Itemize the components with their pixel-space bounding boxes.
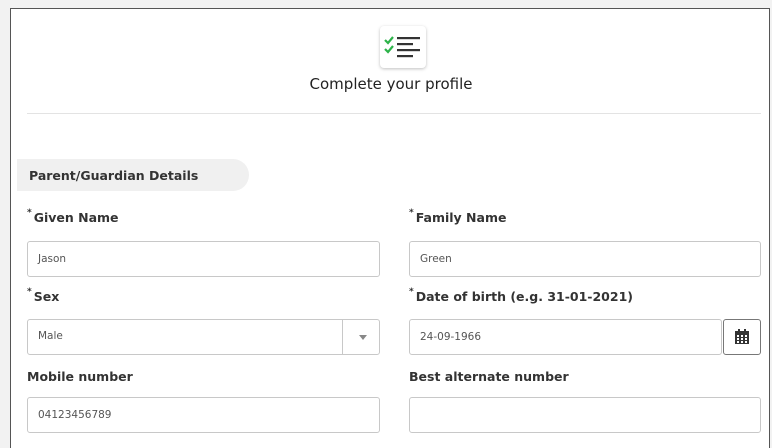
dob-value: 24-09-1966	[420, 331, 482, 343]
family-name-value: Green	[420, 253, 452, 265]
required-mark: *	[409, 208, 414, 218]
section-header: Parent/Guardian Details	[17, 159, 249, 191]
profile-card: Complete your profile Parent/Guardian De…	[10, 8, 770, 448]
sex-label: * Sex	[27, 287, 60, 304]
dob-label: * Date of birth (e.g. 31-01-2021)	[409, 287, 633, 304]
sex-value: Male	[38, 330, 63, 342]
required-mark: *	[27, 208, 32, 218]
required-mark: *	[409, 287, 414, 297]
page-title: Complete your profile	[309, 75, 473, 93]
family-name-input[interactable]: Green	[409, 241, 761, 277]
given-name-value: Jason	[38, 253, 67, 265]
calendar-icon	[735, 329, 749, 344]
given-name-input[interactable]: Jason	[27, 241, 380, 277]
chevron-down-icon[interactable]	[359, 335, 367, 340]
alternate-label: Best alternate number	[409, 369, 569, 384]
checklist-icon	[380, 26, 426, 68]
family-name-label: * Family Name	[409, 208, 507, 225]
mobile-label: Mobile number	[27, 369, 133, 384]
dob-input[interactable]: 24-09-1966	[409, 319, 722, 355]
mobile-input[interactable]: 04123456789	[27, 397, 380, 433]
select-divider	[342, 320, 343, 354]
given-name-label: * Given Name	[27, 208, 119, 225]
mobile-value: 04123456789	[38, 409, 112, 421]
header-divider	[27, 113, 761, 114]
alternate-input[interactable]	[409, 397, 761, 433]
required-mark: *	[27, 287, 32, 297]
sex-select[interactable]: Male	[27, 319, 380, 355]
calendar-button[interactable]	[723, 319, 761, 355]
section-title: Parent/Guardian Details	[29, 168, 199, 183]
